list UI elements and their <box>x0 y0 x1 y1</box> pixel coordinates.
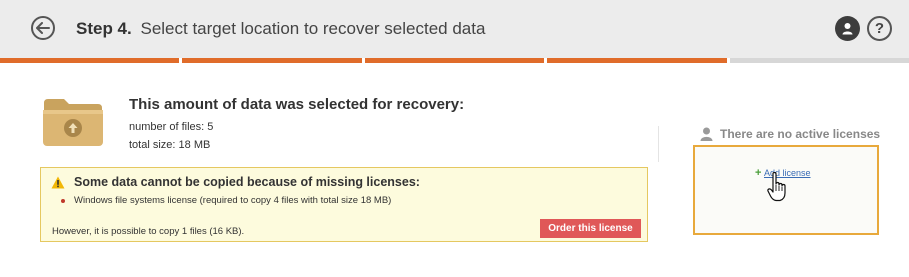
missing-license-item: Windows file systems license (required t… <box>74 195 392 206</box>
user-icon <box>842 23 853 35</box>
vertical-divider <box>658 126 659 162</box>
warning-title: Some data cannot be copied because of mi… <box>74 175 420 189</box>
progress-step-4 <box>547 58 727 63</box>
partial-copy-note: However, it is possible to copy 1 files … <box>52 226 245 237</box>
no-licenses-label: There are no active licenses <box>720 127 881 141</box>
license-warning-box: Some data cannot be copied because of mi… <box>40 167 648 242</box>
hand-cursor-icon <box>767 172 786 202</box>
step-progress-bar <box>0 58 909 63</box>
total-size: total size: 18 MB <box>129 139 211 151</box>
add-license-panel: + Add license <box>693 145 879 235</box>
page-title: Step 4. Select target location to recove… <box>76 19 485 39</box>
question-icon: ? <box>874 20 885 37</box>
account-button[interactable] <box>835 16 860 41</box>
arrow-left-icon <box>36 22 50 34</box>
progress-step-2 <box>182 58 362 63</box>
help-button[interactable]: ? <box>867 16 892 41</box>
files-count: number of files: 5 <box>129 121 214 133</box>
bullet-icon <box>61 199 65 203</box>
step-title: Select target location to recover select… <box>140 19 486 38</box>
folder-upload-icon <box>43 99 103 146</box>
back-button[interactable] <box>31 16 55 40</box>
user-icon <box>700 127 713 141</box>
warning-icon <box>51 176 65 189</box>
order-license-button[interactable]: Order this license <box>540 219 641 238</box>
progress-step-1 <box>0 58 180 63</box>
summary-headline: This amount of data was selected for rec… <box>129 96 465 113</box>
step-label: Step 4. <box>76 19 132 38</box>
header-bar: Step 4. Select target location to recove… <box>0 0 909 58</box>
progress-step-3 <box>364 58 545 63</box>
plus-icon: + <box>755 167 762 179</box>
progress-step-5 <box>729 58 909 63</box>
